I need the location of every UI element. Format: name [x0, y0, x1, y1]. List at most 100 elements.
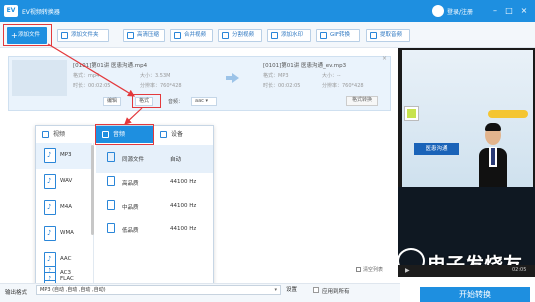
- merge-icon: [174, 32, 181, 39]
- quality-value: 44100 Hz: [170, 226, 197, 232]
- minimize-button[interactable]: –: [489, 5, 501, 17]
- highlight-box: [3, 24, 52, 46]
- close-button[interactable]: ×: [518, 5, 530, 17]
- tab-video[interactable]: 视频: [36, 126, 95, 143]
- add-watermark-label: 添加水印: [281, 32, 304, 38]
- quality-value: 自动: [170, 157, 182, 163]
- format-label: MP3: [60, 152, 72, 158]
- audio-codec-value: aac: [195, 98, 204, 104]
- format-convert-button[interactable]: 格式转换: [346, 96, 379, 106]
- format-label: AAC: [60, 256, 72, 262]
- format-list-scrollbar[interactable]: [91, 145, 94, 235]
- tab-video-label: 视频: [53, 131, 66, 138]
- target-duration: 时长：00:02:05: [263, 83, 301, 89]
- convert-arrow-head-icon: [232, 73, 239, 83]
- gif-convert-button[interactable]: GIF转换: [316, 29, 360, 42]
- device-icon: [160, 131, 167, 138]
- audio-label: 音频：: [168, 99, 184, 105]
- format-item-wav[interactable]: WAV: [36, 169, 92, 195]
- chevron-down-icon: ▾: [274, 287, 277, 293]
- source-size: 大小：3.53M: [140, 73, 171, 79]
- start-convert-button[interactable]: 开始转换: [420, 287, 530, 302]
- video-title: 医患沟通: [414, 143, 459, 155]
- tab-device-label: 设备: [171, 131, 184, 138]
- watermark-icon: [271, 32, 278, 39]
- source-file-name: [0101]第01讲 医患沟通.mp4: [73, 63, 148, 69]
- music-file-icon: [44, 252, 56, 267]
- output-format-label: 输出格式: [5, 290, 28, 296]
- quality-name: 低品质: [122, 228, 139, 234]
- remove-file-icon[interactable]: ×: [382, 55, 387, 62]
- source-format: 格式：mp4: [73, 73, 100, 79]
- audio-codec-select[interactable]: aac ▾: [191, 97, 217, 106]
- split-video-label: 分割视频: [232, 32, 255, 38]
- source-duration: 时长：00:02:05: [73, 83, 111, 89]
- gif-convert-label: GIF转换: [330, 32, 351, 38]
- output-format-value: MP3 (自动 ,自动 ,自动 ,自动): [40, 287, 106, 293]
- target-resolution: 分辨率：760*428: [322, 83, 364, 89]
- extract-audio-button[interactable]: 提取音频: [366, 29, 410, 42]
- video-frame: [402, 50, 533, 187]
- slide-thumbnail: [404, 106, 419, 121]
- highlight-box: [132, 94, 161, 108]
- apply-all-label: 应用到所有: [322, 289, 350, 295]
- split-video-button[interactable]: 分割视频: [218, 29, 262, 42]
- audio-icon: [370, 32, 377, 39]
- folder-icon: [61, 32, 68, 39]
- presenter-hair: [485, 123, 501, 131]
- output-format-select[interactable]: MP3 (自动 ,自动 ,自动 ,自动) ▾: [36, 285, 281, 295]
- hd-compress-button[interactable]: 高清压缩: [123, 29, 165, 42]
- apply-all-checkbox[interactable]: [313, 287, 319, 293]
- music-file-icon: [44, 174, 56, 189]
- format-item-m4a[interactable]: M4A: [36, 195, 92, 221]
- trash-icon: [356, 267, 361, 272]
- login-link[interactable]: 登录/注册: [447, 7, 473, 16]
- music-file-icon: [44, 148, 56, 163]
- source-resolution: 分辨率：760*428: [140, 83, 182, 89]
- add-folder-button[interactable]: 添加文件夹: [57, 29, 109, 42]
- edit-button[interactable]: 编辑: [103, 97, 122, 106]
- app-logo: EV: [4, 5, 18, 17]
- split-icon: [222, 32, 229, 39]
- quality-name: 中品质: [122, 205, 139, 211]
- add-watermark-button[interactable]: 添加水印: [267, 29, 311, 42]
- maximize-button[interactable]: □: [503, 5, 515, 17]
- add-folder-label: 添加文件夹: [71, 32, 99, 38]
- clear-list-button[interactable]: 清空列表: [356, 266, 383, 273]
- slide-fill: [407, 109, 416, 118]
- quality-row-low[interactable]: 低品质 44100 Hz: [96, 216, 213, 244]
- format-label: M4A: [60, 204, 73, 210]
- title-bar: EV EV视频转换器 登录/注册 – □ ×: [0, 0, 535, 22]
- highlight-box: [95, 124, 154, 145]
- music-file-icon: [44, 200, 56, 215]
- quality-name: 同源文件: [122, 157, 145, 163]
- format-label: AC3: [60, 270, 72, 276]
- quality-value: 44100 Hz: [170, 203, 197, 209]
- target-format: 格式：MP3: [263, 73, 289, 79]
- file-icon: [107, 200, 115, 210]
- target-file-name: [0101]第01讲 医患沟通_ev.mp3: [263, 63, 347, 69]
- play-icon[interactable]: ▶: [405, 267, 410, 274]
- edit-label: 编辑: [107, 98, 118, 104]
- playback-time: 02:05: [512, 267, 527, 273]
- tab-device[interactable]: 设备: [154, 126, 213, 143]
- settings-button[interactable]: 设置: [286, 285, 297, 295]
- format-convert-label: 格式转换: [352, 97, 373, 103]
- hd-compress-label: 高清压缩: [137, 32, 160, 38]
- format-label: WAV: [60, 178, 73, 184]
- clear-list-label: 清空列表: [363, 267, 384, 273]
- compress-icon: [127, 32, 134, 39]
- quality-name: 高品质: [122, 181, 139, 187]
- file-icon: [107, 223, 115, 233]
- music-file-icon: ♪: [44, 266, 56, 281]
- gif-icon: [320, 32, 327, 39]
- quality-value: 44100 Hz: [170, 179, 197, 185]
- video-logo: [488, 110, 528, 118]
- format-item-wma[interactable]: WMA: [36, 221, 92, 247]
- merge-video-button[interactable]: 合并视频: [170, 29, 213, 42]
- format-item-mp3[interactable]: MP3: [36, 143, 92, 169]
- presenter-tie: [491, 148, 495, 165]
- music-file-icon: [44, 226, 56, 241]
- merge-video-label: 合并视频: [184, 32, 207, 38]
- user-icon[interactable]: [432, 5, 444, 17]
